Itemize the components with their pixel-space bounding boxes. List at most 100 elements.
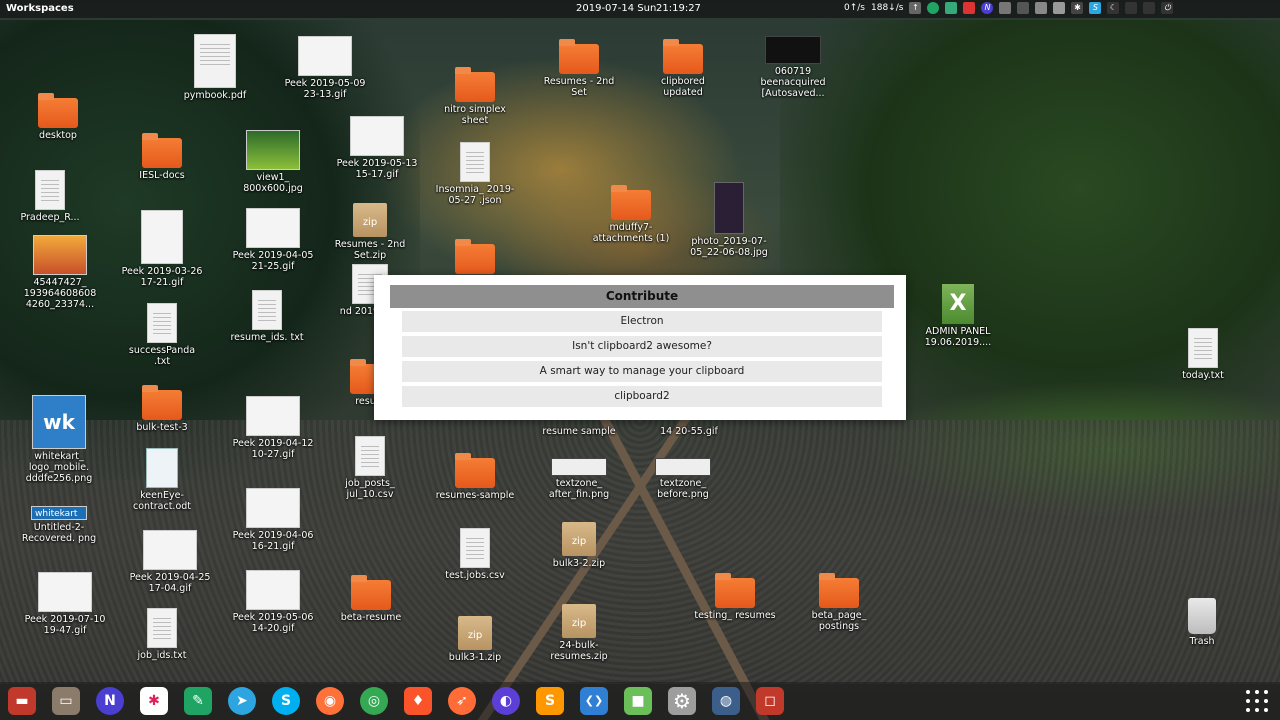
clipboard-item[interactable]: Isn't clipboard2 awesome? xyxy=(402,336,882,357)
chrome-tray-icon[interactable] xyxy=(945,2,958,14)
desktop-icon-peek-0405[interactable]: Peek 2019-04-05 21-25.gif xyxy=(231,208,315,272)
gif-thumbnail-icon xyxy=(141,210,183,264)
chat-green-icon[interactable]: ✎ xyxy=(184,687,212,715)
terminal-red-icon[interactable]: ▬ xyxy=(8,687,36,715)
clock-label[interactable]: 21:19:27 xyxy=(656,3,701,14)
desktop-icon-whitekart-logo[interactable]: wk whitekart_ logo_mobile. dddfe256.png xyxy=(17,395,101,484)
screen-recorder-icon[interactable]: ◻ xyxy=(756,687,784,715)
desktop-icon-beta-page-postings[interactable]: beta_page_ postings xyxy=(797,572,881,632)
battery-tray-icon[interactable] xyxy=(1035,2,1048,14)
clipboard-item[interactable]: clipboard2 xyxy=(402,386,882,407)
desktop-icon-resume-ids[interactable]: resume_ids. txt xyxy=(225,290,309,343)
folder-icon xyxy=(455,453,495,488)
skype-icon[interactable]: S xyxy=(272,687,300,715)
desktop-icon-desktop[interactable]: desktop xyxy=(16,92,100,141)
3d-box-icon[interactable]: ■ xyxy=(624,687,652,715)
upload-tray-icon[interactable]: ↑ xyxy=(909,2,922,14)
clipboard-item[interactable]: A smart way to manage your clipboard xyxy=(402,361,882,382)
slack-tray-icon[interactable]: ✱ xyxy=(1071,2,1084,14)
workspaces-button[interactable]: Workspaces xyxy=(6,3,74,14)
desktop-icon-resumes-2nd-set[interactable]: Resumes - 2nd Set xyxy=(537,38,621,98)
desktop-icon-textzone-after[interactable]: textzone_ after_fin.png xyxy=(537,458,621,500)
desktop-icon-testing-resumes[interactable]: testing_ resumes xyxy=(693,572,777,621)
desktop-icon-photo-0705[interactable]: photo_2019-07-05_22-06-08.jpg xyxy=(687,182,771,258)
desktop-icon-bulk3-1[interactable]: zip bulk3-1.zip xyxy=(433,616,517,663)
trash-icon xyxy=(1188,598,1216,634)
telegram-icon[interactable]: ➤ xyxy=(228,687,256,715)
desktop-icon-peek-0710[interactable]: Peek 2019-07-10 19-47.gif xyxy=(23,572,107,636)
vpn-tray-icon[interactable] xyxy=(963,2,976,14)
csv-file-icon xyxy=(355,436,385,476)
extension-tray-icon[interactable] xyxy=(999,2,1012,14)
desktop-icon-peek-1420[interactable]: 14 20-55.gif xyxy=(647,424,731,437)
desktop-icon-iesl-docs[interactable]: IESL-docs xyxy=(120,132,204,181)
night-light-icon[interactable]: ☾ xyxy=(1107,2,1120,14)
desktop-icon-peek-0513[interactable]: Peek 2019-05-13 15-17.gif xyxy=(335,116,419,180)
vscode-icon[interactable]: ❮❯ xyxy=(580,687,608,715)
hangouts-tray-icon[interactable] xyxy=(927,2,940,14)
desktop-icon-peek-0412[interactable]: Peek 2019-04-12 10-27.gif xyxy=(231,396,315,460)
desktop-icon-successpanda[interactable]: successPanda .txt xyxy=(120,303,204,367)
desktop-icon-test-jobs[interactable]: test.jobs.csv xyxy=(433,528,517,581)
date-label[interactable]: 2019-07-14 Sun xyxy=(576,3,656,14)
mysql-workbench-icon[interactable]: ◍ xyxy=(712,687,740,715)
desktop-icon-keeneye[interactable]: keenEye-contract.odt xyxy=(120,448,204,512)
text-file-icon xyxy=(252,290,282,330)
wifi-icon[interactable] xyxy=(1125,2,1138,14)
desktop-icon-peek-0506[interactable]: Peek 2019-05-06 14-20.gif xyxy=(231,570,315,634)
postman-icon[interactable]: ➶ xyxy=(448,687,476,715)
volume-icon[interactable] xyxy=(1143,2,1156,14)
desktop-icon-peek-0509[interactable]: Peek 2019-05-09 23-13.gif xyxy=(283,36,367,100)
skype-tray-icon[interactable]: S xyxy=(1089,2,1102,14)
desktop-icon-resume-sample[interactable]: resume sample xyxy=(537,424,621,437)
desktop-icon-resumes-sample[interactable]: resumes-sample xyxy=(433,452,517,501)
desktop-icon-24-bulk-resumes[interactable]: zip 24-bulk-resumes.zip xyxy=(537,604,621,662)
power-icon[interactable]: ⏻ xyxy=(1161,2,1174,14)
firefox-icon[interactable]: ◉ xyxy=(316,687,344,715)
folder-icon xyxy=(559,39,599,74)
desktop-icon-beenacquired[interactable]: 060719 beenacquired [Autosaved... xyxy=(751,36,835,99)
desktop-icon-45447427[interactable]: 45447427_ 193964608608 4260_23374... xyxy=(18,235,102,310)
n-app-tray-icon[interactable]: N xyxy=(981,2,994,14)
desktop-icon-resumes-zip[interactable]: zip Resumes - 2nd Set.zip xyxy=(328,203,412,261)
sublime-icon[interactable]: S xyxy=(536,687,564,715)
n-app-icon[interactable]: N xyxy=(96,687,124,715)
desktop-icon-textzone-before[interactable]: textzone_ before.png xyxy=(641,458,725,500)
settings-gear-icon[interactable]: ⚙ xyxy=(668,687,696,715)
system-tray: 0↑/s 188↓/s ↑ N ✱ S ☾ ⏻ xyxy=(844,2,1174,14)
desktop-icon-mduffy7[interactable]: mduffy7-attachments (1) xyxy=(589,184,673,244)
desktop-icon-peek-0425[interactable]: Peek 2019-04-25 17-04.gif xyxy=(128,530,212,594)
slack-icon[interactable]: ✱ xyxy=(140,687,168,715)
clipboard-tray-icon[interactable] xyxy=(1053,2,1066,14)
desktop-icon-trash[interactable]: Trash xyxy=(1160,598,1244,647)
desktop-icon-peek-0406[interactable]: Peek 2019-04-06 16-21.gif xyxy=(231,488,315,552)
brave-icon[interactable]: ♦ xyxy=(404,687,432,715)
desktop-icon-nitro-simplex[interactable]: nitro simplex sheet xyxy=(433,66,517,126)
network-tray-icon[interactable] xyxy=(1017,2,1030,14)
clipboard-item[interactable]: Electron xyxy=(402,311,882,332)
desktop-icon-peek-0326[interactable]: Peek 2019-03-26 17-21.gif xyxy=(120,210,204,288)
desktop-icon-pymbook[interactable]: pymbook.pdf xyxy=(173,34,257,101)
desktop-icon-untitled-2[interactable]: whitekart Untitled-2-Recovered. png xyxy=(17,506,101,544)
desktop-icon-view1[interactable]: view1_ 800x600.jpg xyxy=(231,130,315,194)
desktop-icon-insomnia[interactable]: Insomnia_ 2019-05-27 .json xyxy=(433,142,517,206)
desktop-icon-clipbored-updated[interactable]: clipbored updated xyxy=(641,38,725,98)
net-down-label: 188↓/s xyxy=(871,3,904,13)
desktop-icon-bulk3-2[interactable]: zip bulk3-2.zip xyxy=(537,522,621,569)
files-icon[interactable]: ▭ xyxy=(52,687,80,715)
desktop-icon-job-ids[interactable]: job_ids.txt xyxy=(120,608,204,661)
desktop-icon-job-posts[interactable]: job_posts_ jul_10.csv xyxy=(328,436,412,500)
desktop-icon-bulk-test-3[interactable]: bulk-test-3 xyxy=(120,384,204,433)
image-thumbnail-icon xyxy=(33,235,87,275)
desktop-icon-admin-panel[interactable]: X ADMIN PANEL 19.06.2019.... xyxy=(916,284,1000,348)
desktop-icon-pradeep[interactable]: Pradeep_R... xyxy=(8,170,92,223)
desktop-icon-folder-hidden[interactable] xyxy=(433,238,517,274)
show-apps-grid-icon[interactable] xyxy=(1246,690,1268,712)
gif-thumbnail-icon xyxy=(298,36,352,76)
desktop-icon-beta-resume[interactable]: beta-resume xyxy=(329,574,413,623)
desktop-icon-today-txt[interactable]: today.txt xyxy=(1161,328,1245,381)
image-thumbnail-icon xyxy=(246,130,300,170)
folder-icon xyxy=(142,133,182,168)
browser-purple-icon[interactable]: ◐ xyxy=(492,687,520,715)
chrome-icon[interactable]: ◎ xyxy=(360,687,388,715)
